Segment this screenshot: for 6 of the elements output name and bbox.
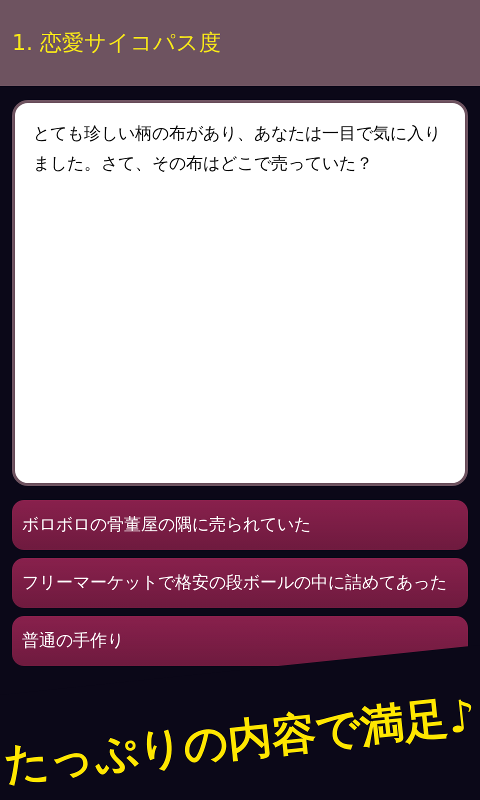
answer-button[interactable]: 普通の手作り	[12, 616, 468, 666]
question-text: とても珍しい柄の布があり、あなたは一目で気に入りました。さて、その布はどこで売っていた？	[33, 123, 442, 176]
answer-button[interactable]: ボロボロの骨董屋の隅に売られていた	[12, 500, 468, 550]
answer-button[interactable]: フリーマーケットで格安の段ボールの中に詰めてあった	[12, 558, 468, 608]
quiz-title: 1. 恋愛サイコパス度	[12, 30, 221, 58]
promo-text: たっぷりの内容で満足♪	[1, 688, 479, 792]
